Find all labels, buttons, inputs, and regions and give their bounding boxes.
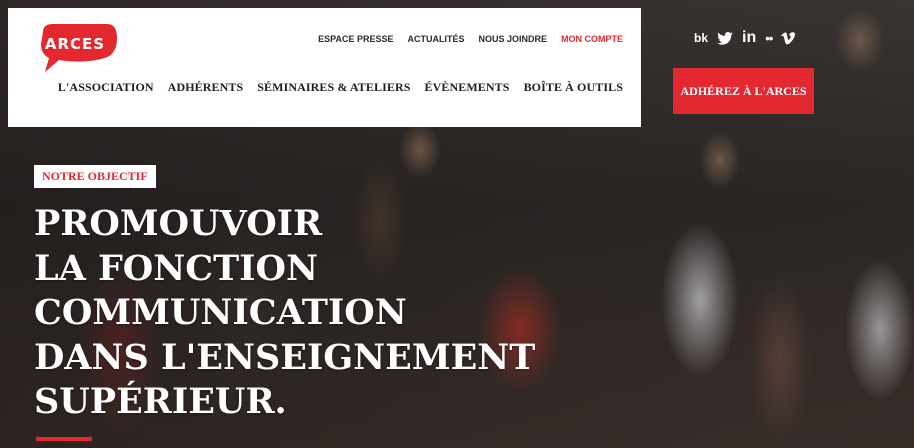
headline-line: LA FONCTION: [34, 247, 319, 289]
top-nav: ESPACE PRESSE ACTUALITÉS NOUS JOINDRE MO…: [318, 34, 623, 44]
headline-line: DANS L'ENSEIGNEMENT: [34, 336, 536, 378]
vimeo-icon[interactable]: [781, 31, 796, 45]
join-arces-button[interactable]: ADHÉREZ À L'ARCES: [673, 68, 814, 114]
top-nav-nous-joindre[interactable]: NOUS JOINDRE: [478, 34, 547, 44]
twitter-icon[interactable]: [717, 31, 733, 45]
flickr-icon[interactable]: ••: [765, 32, 773, 45]
linkedin-icon[interactable]: in: [742, 30, 756, 46]
top-nav-mon-compte[interactable]: MON COMPTE: [561, 34, 623, 44]
main-nav-boite-a-outils[interactable]: BOÎTE À OUTILS: [524, 80, 623, 95]
site-header: ARCES ESPACE PRESSE ACTUALITÉS NOUS JOIN…: [8, 8, 641, 127]
main-nav: L'ASSOCIATION ADHÉRENTS SÉMINAIRES & ATE…: [58, 80, 623, 95]
arces-logo[interactable]: ARCES: [35, 22, 125, 74]
headline-line: SUPÉRIEUR.: [34, 381, 287, 422]
top-nav-espace-presse[interactable]: ESPACE PRESSE: [318, 34, 393, 44]
social-links: bk in ••: [694, 30, 796, 46]
main-nav-seminaires-ateliers[interactable]: SÉMINAIRES & ATELIERS: [257, 80, 410, 95]
headline-line: PROMOUVOIR: [34, 203, 323, 244]
main-nav-evenements[interactable]: ÉVÈNEMENTS: [425, 80, 510, 95]
main-nav-association[interactable]: L'ASSOCIATION: [58, 80, 154, 95]
objective-badge: NOTRE OBJECTIF: [34, 165, 156, 188]
logo-text: ARCES: [44, 35, 106, 53]
accent-divider: [36, 437, 92, 441]
hero-headline: PROMOUVOIR LA FONCTION COMMUNICATION DAN…: [34, 202, 634, 425]
vk-icon[interactable]: bk: [694, 32, 708, 44]
top-nav-actualites[interactable]: ACTUALITÉS: [407, 34, 464, 44]
main-nav-adherents[interactable]: ADHÉRENTS: [168, 80, 244, 95]
headline-line: COMMUNICATION: [34, 292, 407, 333]
